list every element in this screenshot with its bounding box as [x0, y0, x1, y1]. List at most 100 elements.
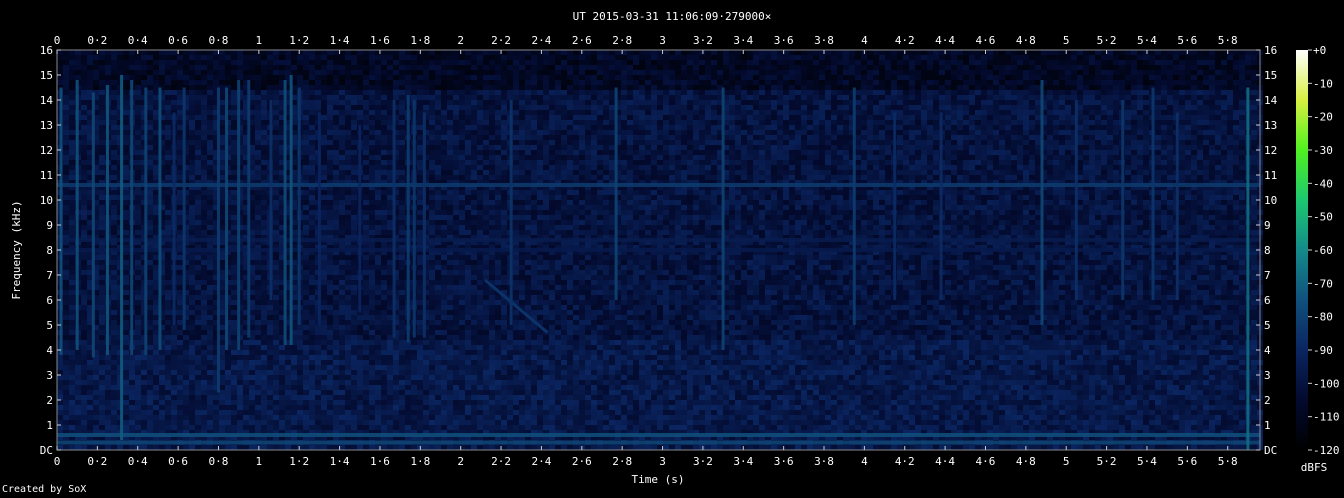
noise-cell: [1131, 65, 1137, 70]
noise-cell: [699, 155, 705, 160]
noise-cell: [897, 130, 903, 135]
noise-cell: [375, 130, 381, 135]
noise-cell: [429, 135, 435, 140]
noise-cell: [489, 55, 495, 60]
noise-cell: [525, 155, 531, 160]
noise-cell: [399, 170, 405, 175]
noise-cell: [1059, 95, 1065, 100]
noise-cell: [411, 70, 417, 75]
noise-cell: [165, 170, 171, 175]
noise-cell: [651, 50, 657, 55]
noise-cell: [987, 145, 993, 150]
noise-cell: [585, 125, 591, 130]
noise-cell: [321, 130, 327, 135]
noise-cell: [921, 115, 927, 120]
noise-cell: [273, 125, 279, 130]
noise-cell: [873, 170, 879, 175]
noise-cell: [207, 130, 213, 135]
noise-cell: [63, 95, 69, 100]
noise-cell: [1215, 145, 1221, 150]
noise-cell: [873, 150, 879, 155]
noise-cell: [639, 80, 645, 85]
noise-cell: [63, 85, 69, 90]
noise-cell: [543, 145, 549, 150]
noise-cell: [1143, 70, 1149, 75]
noise-cell: [1143, 105, 1149, 110]
noise-cell: [1059, 160, 1065, 165]
noise-cell: [741, 145, 747, 150]
noise-cell: [495, 95, 501, 100]
noise-cell: [957, 105, 963, 110]
noise-cell: [1209, 125, 1215, 130]
noise-cell: [549, 135, 555, 140]
noise-cell: [165, 160, 171, 165]
noise-cell: [681, 70, 687, 75]
noise-cell: [951, 75, 957, 80]
noise-cell: [1035, 145, 1041, 150]
noise-cell: [1137, 55, 1143, 60]
noise-cell: [711, 100, 717, 105]
noise-cell: [1083, 165, 1089, 170]
noise-cell: [1239, 50, 1245, 55]
noise-cell: [687, 130, 693, 135]
noise-cell: [777, 75, 783, 80]
noise-cell: [1035, 155, 1041, 160]
noise-cell: [615, 65, 621, 70]
noise-cell: [273, 170, 279, 175]
noise-cell: [807, 160, 813, 165]
noise-cell: [657, 130, 663, 135]
noise-cell: [903, 50, 909, 55]
noise-cell: [765, 130, 771, 135]
noise-cell: [1125, 60, 1131, 65]
noise-cell: [135, 80, 141, 85]
noise-cell: [189, 60, 195, 65]
noise-cell: [1161, 105, 1167, 110]
noise-cell: [1209, 155, 1215, 160]
noise-cell: [1047, 145, 1053, 150]
noise-cell: [1059, 170, 1065, 175]
noise-cell: [669, 50, 675, 55]
noise-cell: [681, 60, 687, 65]
noise-cell: [795, 100, 801, 105]
noise-cell: [801, 70, 807, 75]
noise-cell: [171, 80, 177, 85]
noise-cell: [351, 160, 357, 165]
noise-cell: [1143, 125, 1149, 130]
noise-cell: [207, 120, 213, 125]
noise-cell: [1029, 130, 1035, 135]
noise-cell: [549, 110, 555, 115]
noise-cell: [927, 130, 933, 135]
noise-cell: [165, 50, 171, 55]
noise-cell: [1191, 130, 1197, 135]
noise-cell: [555, 135, 561, 140]
noise-cell: [993, 135, 999, 140]
noise-cell: [417, 75, 423, 80]
noise-cell: [189, 120, 195, 125]
noise-cell: [801, 60, 807, 65]
noise-cell: [387, 70, 393, 75]
noise-cell: [903, 70, 909, 75]
noise-cell: [441, 105, 447, 110]
noise-cell: [1029, 160, 1035, 165]
noise-cell: [333, 70, 339, 75]
noise-cell: [1209, 130, 1215, 135]
noise-cell: [1023, 70, 1029, 75]
noise-cell: [939, 80, 945, 85]
noise-cell: [459, 120, 465, 125]
noise-cell: [861, 55, 867, 60]
noise-cell: [603, 105, 609, 110]
noise-cell: [801, 100, 807, 105]
noise-cell: [153, 100, 159, 105]
noise-cell: [327, 80, 333, 85]
noise-cell: [411, 60, 417, 65]
noise-cell: [465, 65, 471, 70]
noise-cell: [1125, 50, 1131, 55]
noise-cell: [579, 100, 585, 105]
noise-cell: [219, 75, 225, 80]
noise-cell: [921, 70, 927, 75]
noise-cell: [135, 95, 141, 100]
noise-cell: [399, 75, 405, 80]
noise-cell: [549, 140, 555, 145]
noise-cell: [693, 50, 699, 55]
noise-cell: [1233, 50, 1239, 55]
